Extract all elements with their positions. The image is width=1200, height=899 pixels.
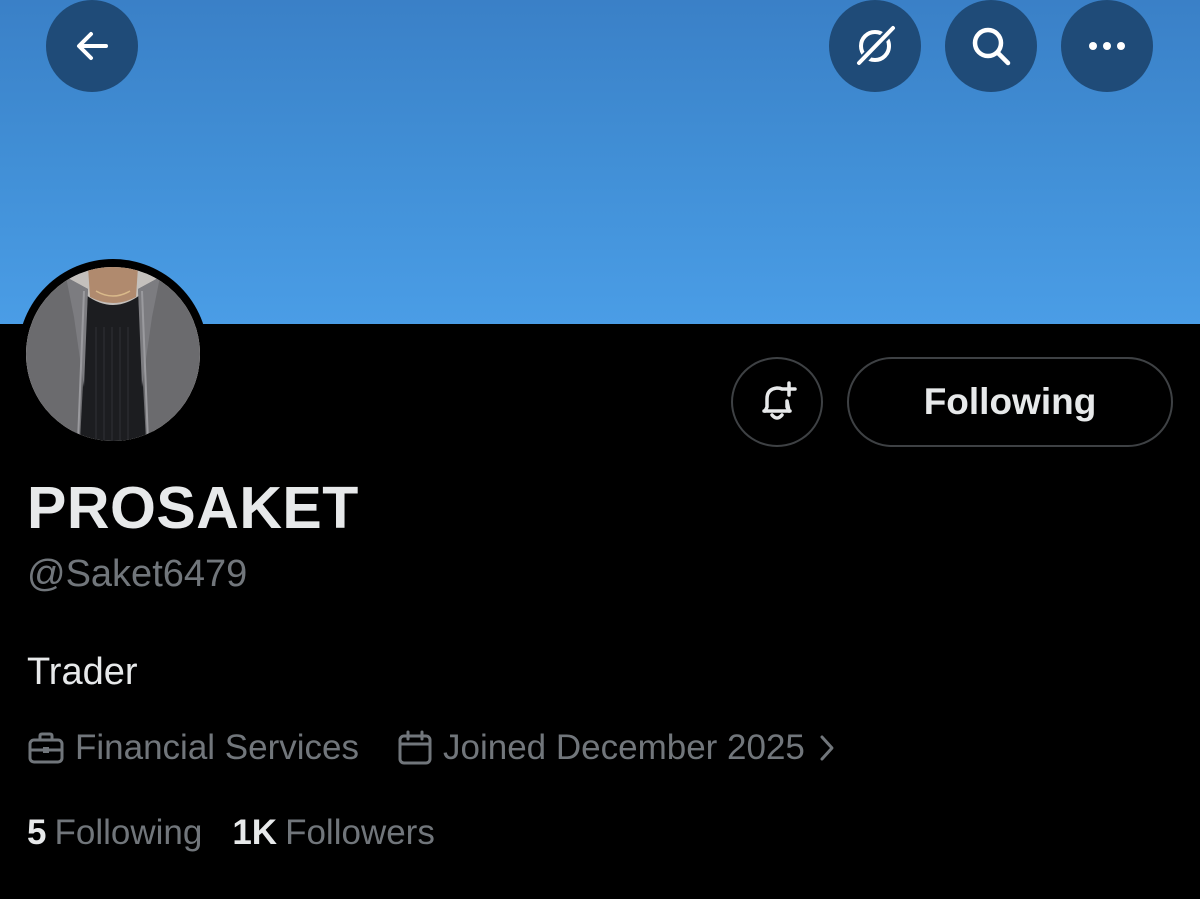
more-icon	[1089, 42, 1125, 50]
category-label: Financial Services	[75, 728, 359, 767]
followers-count: 1K	[232, 813, 278, 852]
following-button-label: Following	[923, 381, 1097, 422]
followers-label: Followers	[285, 813, 435, 852]
grok-icon	[855, 24, 897, 68]
joined-label: Joined December 2025	[443, 728, 805, 767]
avatar[interactable]	[18, 259, 208, 449]
search-icon	[972, 27, 1011, 66]
bell-plus-icon	[762, 381, 797, 420]
search-button[interactable]	[945, 0, 1037, 92]
bio: Trader	[27, 651, 138, 693]
profile-banner[interactable]	[0, 0, 1200, 324]
calendar-icon	[398, 730, 432, 765]
joined-item[interactable]: Joined December 2025	[397, 728, 845, 768]
following-count: 5	[27, 813, 47, 852]
grok-button[interactable]	[829, 0, 921, 92]
user-handle: @Saket6479	[27, 553, 248, 595]
back-button[interactable]	[46, 0, 138, 92]
following-label: Following	[54, 813, 203, 852]
display-name: PROSAKET	[27, 475, 359, 541]
avatar-image	[26, 267, 200, 441]
more-options-button[interactable]	[1061, 0, 1153, 92]
notifications-button[interactable]	[731, 357, 823, 447]
following-button[interactable]: Following	[847, 357, 1173, 447]
chevron-right-icon	[819, 734, 845, 762]
category-item: Financial Services	[27, 728, 359, 768]
profile-meta: Financial Services Joined December 2025	[27, 725, 845, 771]
briefcase-icon	[28, 732, 64, 764]
profile-page: Following PROSAKET @Saket6479 Trader Fin…	[0, 0, 1200, 899]
followers-stat[interactable]: 1K Followers	[232, 813, 435, 853]
back-arrow-icon	[77, 32, 108, 60]
following-stat[interactable]: 5 Following	[27, 813, 202, 853]
follow-stats: 5 Following 1K Followers	[27, 810, 435, 856]
